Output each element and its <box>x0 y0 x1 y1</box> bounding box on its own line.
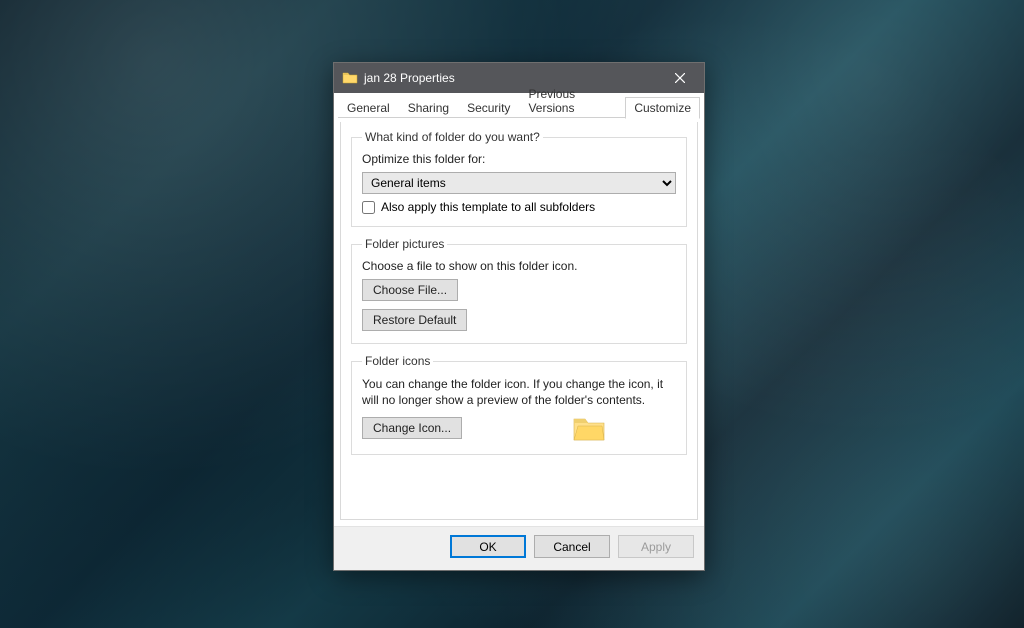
optimize-label: Optimize this folder for: <box>362 152 676 166</box>
tabstrip: General Sharing Security Previous Versio… <box>334 93 704 118</box>
folder-icons-desc: You can change the folder icon. If you c… <box>362 376 676 408</box>
optimize-combo[interactable]: General items <box>362 172 676 194</box>
close-button[interactable] <box>657 63 702 93</box>
folder-icon <box>342 70 358 86</box>
restore-default-button[interactable]: Restore Default <box>362 309 467 331</box>
group-folder-kind-legend: What kind of folder do you want? <box>362 130 543 144</box>
choose-file-button[interactable]: Choose File... <box>362 279 458 301</box>
properties-dialog: jan 28 Properties General Sharing Securi… <box>333 62 705 571</box>
change-icon-button[interactable]: Change Icon... <box>362 417 462 439</box>
tab-general[interactable]: General <box>338 97 399 118</box>
folder-pictures-desc: Choose a file to show on this folder ico… <box>362 259 676 273</box>
group-folder-icons: Folder icons You can change the folder i… <box>351 354 687 455</box>
group-folder-pictures-legend: Folder pictures <box>362 237 447 251</box>
group-folder-pictures: Folder pictures Choose a file to show on… <box>351 237 687 344</box>
tab-customize[interactable]: Customize <box>625 97 700 119</box>
tab-body-customize: What kind of folder do you want? Optimiz… <box>340 122 698 520</box>
folder-preview-icon <box>572 414 606 442</box>
tab-previous-versions[interactable]: Previous Versions <box>519 83 625 118</box>
group-folder-icons-legend: Folder icons <box>362 354 433 368</box>
apply-button[interactable]: Apply <box>618 535 694 558</box>
cancel-button[interactable]: Cancel <box>534 535 610 558</box>
apply-subfolders-label: Also apply this template to all subfolde… <box>381 200 595 214</box>
dialog-footer: OK Cancel Apply <box>334 526 704 570</box>
ok-button[interactable]: OK <box>450 535 526 558</box>
tab-sharing[interactable]: Sharing <box>399 97 458 118</box>
group-folder-kind: What kind of folder do you want? Optimiz… <box>351 130 687 227</box>
close-icon <box>675 73 685 83</box>
tab-security[interactable]: Security <box>458 97 519 118</box>
apply-subfolders-checkbox[interactable] <box>362 201 375 214</box>
